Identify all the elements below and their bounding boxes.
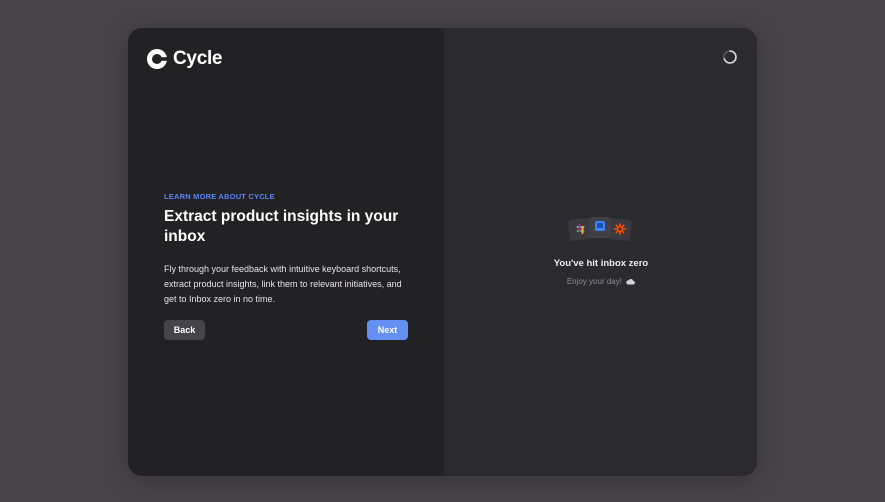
onboarding-left-panel: Cycle LEARN MORE ABOUT CYCLE Extract pro… xyxy=(128,28,445,476)
logo-text: Cycle xyxy=(173,48,223,69)
preview-panel: You've hit inbox zero Enjoy your day! xyxy=(445,28,757,476)
intercom-icon xyxy=(595,221,605,231)
integrations-illustration xyxy=(568,217,632,241)
back-button[interactable]: Back xyxy=(164,320,205,340)
spinner-icon xyxy=(723,50,737,64)
section-eyebrow: LEARN MORE ABOUT CYCLE xyxy=(164,192,275,201)
cycle-logo-icon xyxy=(147,49,167,69)
onboarding-modal: Cycle LEARN MORE ABOUT CYCLE Extract pro… xyxy=(128,28,757,476)
onboarding-title: Extract product insights in your inbox xyxy=(164,208,399,245)
onboarding-description: Fly through your feedback with intuitive… xyxy=(164,264,402,304)
cloud-icon xyxy=(626,279,636,285)
zapier-icon xyxy=(614,223,626,235)
empty-state-title: You've hit inbox zero xyxy=(553,258,649,269)
next-button[interactable]: Next xyxy=(367,320,408,340)
cycle-logo: Cycle xyxy=(147,48,223,70)
empty-state-subtitle-text: Enjoy your day! xyxy=(566,277,622,286)
empty-state-subtitle: Enjoy your day! xyxy=(445,277,757,286)
